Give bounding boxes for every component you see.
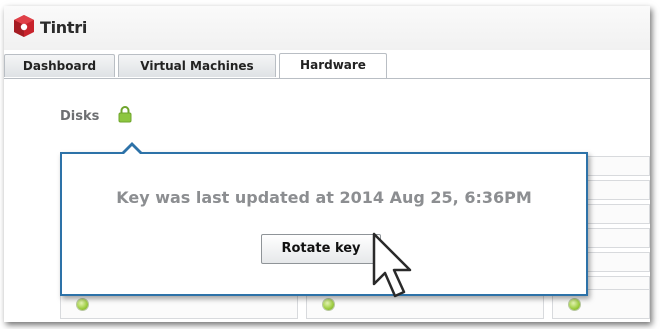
key-info-popover: Key was last updated at 2014 Aug 25, 6:3… (60, 142, 588, 296)
main-tabs: Dashboard Virtual Machines Hardware (4, 50, 650, 79)
tintri-logo-icon (14, 15, 34, 37)
section-title-disks: Disks (60, 109, 100, 124)
popover-arrow-fill (123, 146, 141, 155)
rotate-key-button[interactable]: Rotate key (261, 234, 381, 264)
lock-icon (118, 106, 132, 123)
tab-virtual-machines[interactable]: Virtual Machines (118, 54, 276, 77)
hardware-panel: Disks Key was last updated at 2014 Aug 2… (4, 79, 650, 322)
app-header: Tintri (4, 6, 650, 50)
mouse-pointer-icon (372, 232, 412, 298)
key-updated-message: Key was last updated at 2014 Aug 25, 6:3… (116, 188, 532, 207)
status-led-icon (569, 299, 580, 310)
status-led-icon (77, 299, 88, 310)
app-window: Tintri Dashboard Virtual Machines Hardwa… (4, 6, 650, 322)
tab-dashboard[interactable]: Dashboard (4, 54, 115, 77)
status-led-icon (323, 299, 334, 310)
tab-hardware[interactable]: Hardware (279, 53, 387, 78)
app-logo-text: Tintri (40, 18, 88, 37)
